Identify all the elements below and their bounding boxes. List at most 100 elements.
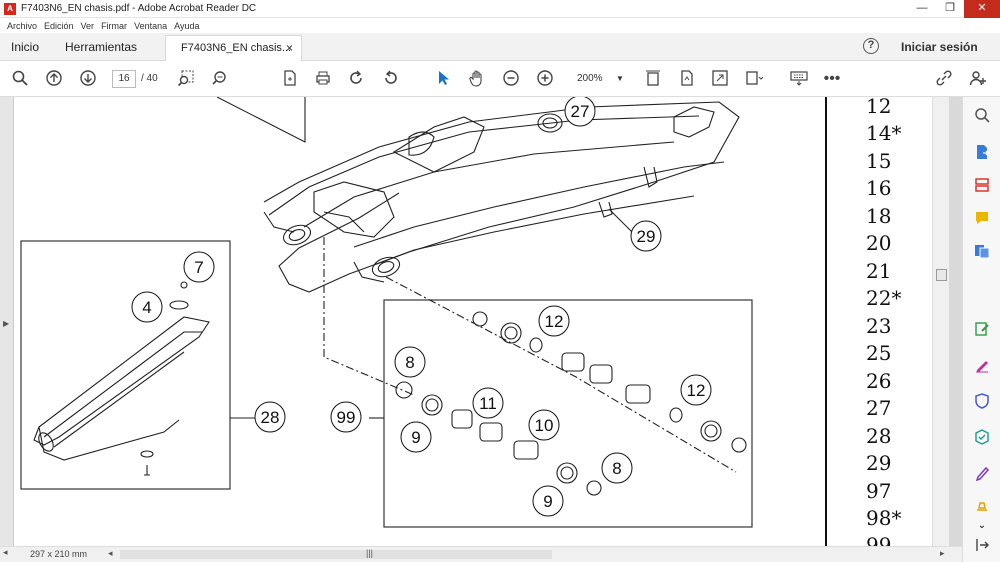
document-viewport[interactable]: 27 29 7 4 28 12 8 11 99 9 10 12 8 9 12 1… [0, 97, 962, 546]
part-number: 12 [866, 97, 892, 118]
status-bar: ◂ 297 x 210 mm ◂ ||| ▸ [0, 546, 962, 562]
fullscreen-icon[interactable] [710, 69, 730, 89]
zoom-level-select[interactable]: 200% ▼ [570, 70, 626, 88]
sign-in-link[interactable]: Iniciar sesión [901, 40, 978, 54]
part-number: 27 [866, 396, 892, 420]
svg-text:9: 9 [411, 428, 420, 447]
part-number: 14* [866, 121, 902, 145]
part-number: 25 [866, 341, 892, 365]
chevron-right-icon: ▶ [3, 319, 10, 328]
tab-document[interactable]: F7403N6_EN chasis... × [165, 35, 302, 62]
protect-shield-icon[interactable] [973, 393, 991, 411]
part-number: 18 [866, 204, 892, 228]
callout-28: 28 [254, 401, 286, 433]
svg-text:7: 7 [194, 258, 203, 277]
menu-bar: Archivo Edición Ver Firmar Ventana Ayuda [0, 18, 1000, 33]
zoom-in-icon[interactable] [535, 69, 555, 89]
search-icon[interactable] [10, 69, 30, 89]
title-bar: A F7403N6_EN chasis.pdf - Adobe Acrobat … [0, 0, 1000, 18]
collapse-panel-icon[interactable] [973, 537, 991, 555]
minimize-button[interactable]: — [908, 0, 936, 18]
pdf-page: 27 29 7 4 28 12 8 11 99 9 10 12 8 9 12 1… [14, 97, 932, 546]
fit-page-icon[interactable] [280, 69, 300, 89]
callout-12-upper: 12 [538, 305, 570, 337]
fit-width-icon[interactable] [643, 69, 663, 89]
export-pdf-icon[interactable] [973, 144, 991, 162]
zoom-tool-icon[interactable] [210, 69, 230, 89]
close-window-button[interactable]: ✕ [964, 0, 1000, 18]
rotate-clockwise-icon[interactable] [346, 69, 366, 89]
tab-bar: Inicio Herramientas F7403N6_EN chasis...… [0, 33, 1000, 62]
page-display-icon[interactable] [744, 69, 764, 89]
part-number: 28 [866, 424, 892, 448]
svg-text:10: 10 [535, 416, 554, 435]
more-options-icon[interactable]: ••• [822, 69, 842, 89]
part-number-column: 12 14* 15 16 18 20 21 22* 23 25 26 27 28… [824, 97, 932, 546]
menu-ver[interactable]: Ver [81, 21, 95, 31]
hand-tool-icon[interactable] [467, 69, 487, 89]
scrollbar-thumb[interactable] [936, 269, 947, 281]
maximize-button[interactable]: ❐ [936, 0, 964, 18]
svg-text:9: 9 [543, 492, 552, 511]
edit-pdf-icon[interactable] [973, 321, 991, 339]
stamp-icon[interactable] [973, 497, 991, 515]
horizontal-scrollbar[interactable] [120, 550, 552, 559]
callout-7: 7 [183, 251, 215, 283]
part-number: 26 [866, 369, 892, 393]
chevron-down-icon[interactable]: ⌄ [973, 517, 991, 535]
svg-text:12: 12 [545, 312, 564, 331]
scroll-right-arrow-icon[interactable]: ▸ [940, 548, 945, 559]
callout-8-left: 8 [394, 346, 426, 378]
page-size-label: 297 x 210 mm [30, 549, 88, 559]
help-icon[interactable]: ? [863, 38, 879, 54]
comment-icon[interactable] [973, 210, 991, 228]
share-link-icon[interactable] [934, 69, 954, 89]
part-number: 16 [866, 176, 892, 200]
keyboard-tools-icon[interactable] [789, 69, 809, 89]
callout-11: 11 [472, 387, 504, 419]
marquee-zoom-icon[interactable] [176, 69, 196, 89]
scroll-left-arrow-icon[interactable]: ◂ [3, 547, 8, 558]
send-track-icon[interactable] [973, 429, 991, 447]
part-number: 99 [866, 533, 892, 546]
parts-diagram: 27 29 7 4 28 12 8 11 99 9 10 12 8 9 [20, 97, 753, 528]
page-up-icon[interactable] [44, 69, 64, 89]
menu-edicion[interactable]: Edición [44, 21, 74, 31]
right-tools-panel: ⌄ [962, 97, 1000, 562]
sign-pen-icon[interactable] [973, 465, 991, 483]
svg-text:11: 11 [479, 394, 497, 413]
single-page-icon[interactable] [677, 69, 697, 89]
tab-tools[interactable]: Herramientas [65, 40, 137, 54]
menu-archivo[interactable]: Archivo [7, 21, 37, 31]
rotate-counterclockwise-icon[interactable] [381, 69, 401, 89]
organize-pages-icon[interactable] [973, 177, 991, 195]
tab-home[interactable]: Inicio [11, 40, 39, 54]
scroll-left-arrow-icon[interactable]: ◂ [108, 548, 113, 559]
callout-4: 4 [131, 291, 163, 323]
scrollbar-grip-icon[interactable]: ||| [366, 548, 373, 558]
page-down-icon[interactable] [78, 69, 98, 89]
window-title: F7403N6_EN chasis.pdf - Adobe Acrobat Re… [21, 3, 257, 14]
callout-8-right: 8 [601, 452, 633, 484]
svg-text:8: 8 [612, 459, 621, 478]
menu-ventana[interactable]: Ventana [134, 21, 167, 31]
part-number: 21 [866, 259, 892, 283]
combine-files-icon[interactable] [973, 243, 991, 261]
svg-text:4: 4 [142, 298, 151, 317]
page-number-input[interactable]: 16 [112, 70, 136, 88]
add-user-icon[interactable] [968, 69, 988, 89]
fill-sign-icon[interactable] [973, 357, 991, 375]
zoom-out-icon[interactable] [501, 69, 521, 89]
menu-firmar[interactable]: Firmar [101, 21, 127, 31]
svg-text:27: 27 [571, 102, 590, 121]
left-panel-toggle[interactable]: ▶ [0, 97, 14, 546]
vertical-scrollbar[interactable] [932, 97, 949, 546]
print-icon[interactable] [313, 69, 333, 89]
search-tools-icon[interactable] [973, 107, 991, 125]
select-cursor-icon[interactable] [433, 69, 453, 89]
menu-ayuda[interactable]: Ayuda [174, 21, 199, 31]
tab-close-button[interactable]: × [286, 41, 293, 55]
part-number: 98* [866, 506, 902, 530]
svg-text:8: 8 [405, 353, 414, 372]
callout-9-right: 9 [532, 485, 564, 517]
